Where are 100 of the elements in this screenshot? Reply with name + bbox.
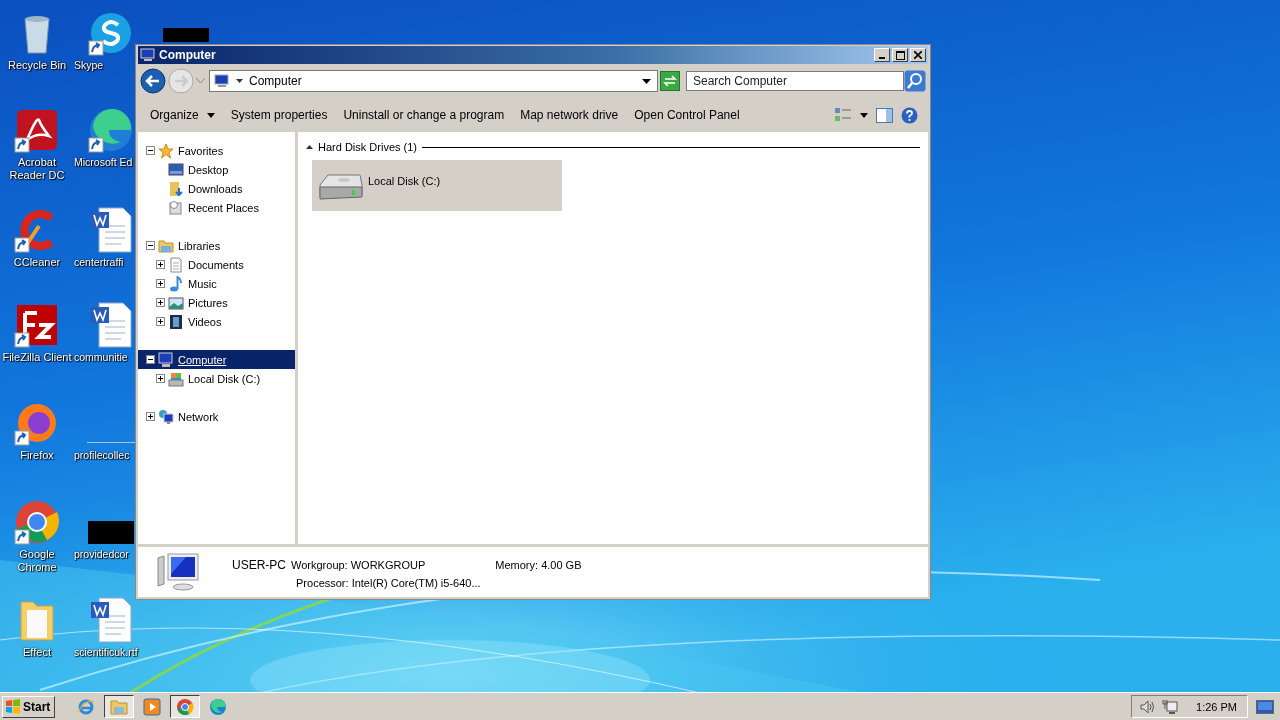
toolbar-button[interactable]: Open Control Panel	[626, 105, 748, 125]
expander-icon[interactable]	[146, 241, 155, 250]
search-field[interactable]: Search Computer	[686, 71, 904, 91]
tree-item[interactable]: Documents	[138, 255, 295, 274]
tree-label: Recent Places	[188, 201, 259, 214]
edge-icon	[209, 697, 228, 716]
refresh-button[interactable]	[660, 71, 680, 91]
chrome-icon	[176, 697, 195, 716]
computer-name: USER-PC	[232, 558, 287, 572]
tree-item[interactable]: Libraries	[138, 236, 295, 255]
clock[interactable]: 1:26 PM	[1196, 700, 1237, 713]
start-button[interactable]: Start	[2, 695, 56, 718]
toolbar-button[interactable]: Uninstall or change a program	[335, 105, 513, 125]
expander-icon[interactable]	[146, 355, 155, 364]
preview-pane-icon[interactable]	[876, 107, 893, 123]
desktop-icon-label[interactable]: profilecollec	[74, 449, 130, 462]
network-icon[interactable]	[1162, 698, 1179, 715]
toolbar-button[interactable]: Organize	[142, 105, 223, 125]
maximize-button[interactable]	[892, 48, 908, 62]
taskbar-app-button[interactable]	[170, 695, 201, 718]
toolbar-button[interactable]: System properties	[222, 105, 336, 125]
tree-label: Pictures	[188, 296, 228, 309]
expander-icon[interactable]	[156, 279, 165, 288]
folder-icon	[110, 697, 129, 716]
downloads-icon	[168, 180, 184, 197]
tree-label: Music	[188, 277, 217, 290]
tree-item[interactable]: Computer	[138, 350, 295, 369]
caret-icon[interactable]	[642, 78, 651, 84]
library-icon	[158, 237, 174, 254]
collapse-icon[interactable]	[306, 145, 313, 149]
tree-label: Desktop	[188, 163, 229, 176]
redaction-block[interactable]	[88, 520, 134, 544]
maximize-icon	[895, 50, 905, 60]
desktop-icon-label[interactable]: Acrobat Reader DC	[1, 156, 73, 182]
drive-tile[interactable]: Local Disk (C:)	[312, 160, 562, 211]
minimize-button[interactable]	[874, 48, 890, 62]
address-text: Computer	[249, 74, 302, 88]
expander-icon[interactable]	[146, 412, 155, 421]
desktop-icon-label[interactable]: Skype	[74, 59, 104, 72]
tree-label: Documents	[188, 258, 244, 271]
expander-icon[interactable]	[156, 317, 165, 326]
close-button[interactable]	[910, 48, 926, 62]
taskbar-app-button[interactable]	[104, 695, 135, 718]
desktop-icon-label[interactable]: FileZilla Client	[1, 351, 73, 364]
address-bar[interactable]: Computer	[209, 70, 658, 92]
videos-icon	[168, 313, 184, 330]
desktop-icon-label[interactable]: CCleaner	[1, 256, 73, 269]
tree-item[interactable]: Network	[138, 407, 295, 426]
star-icon	[158, 142, 174, 159]
browser-e-icon	[77, 697, 96, 716]
help-icon[interactable]	[901, 106, 918, 124]
desktop-icon[interactable]	[13, 498, 61, 546]
tree-item[interactable]: Pictures	[138, 293, 295, 312]
desktop-icon-label[interactable]: Microsoft Ed	[74, 156, 133, 169]
group-title[interactable]: Hard Disk Drives (1)	[318, 141, 417, 153]
network-icon	[158, 408, 174, 425]
toolbar-button[interactable]: Map network drive	[512, 105, 627, 125]
desktop-icon-label[interactable]: centertraffi	[74, 256, 124, 269]
desktop-icon	[168, 161, 184, 178]
caret-icon[interactable]	[236, 79, 243, 83]
expander-icon[interactable]	[156, 260, 165, 269]
expander-icon[interactable]	[156, 298, 165, 307]
back-button[interactable]	[140, 68, 166, 94]
windows-logo-icon	[5, 699, 21, 714]
tree-label: Videos	[188, 315, 222, 328]
recent-icon	[168, 199, 184, 216]
tree-item[interactable]: Downloads	[138, 179, 295, 198]
desktop-icon-label[interactable]: Recycle Bin	[1, 59, 73, 72]
speaker-icon[interactable]	[1140, 699, 1157, 714]
desktop-icon[interactable]	[87, 106, 135, 154]
desktop-icon-label[interactable]: Firefox	[1, 449, 73, 462]
tree-label: Local Disk (C:)	[188, 372, 261, 385]
computer-icon	[214, 74, 230, 88]
computer-icon	[140, 48, 156, 62]
tree-item[interactable]: Desktop	[138, 160, 295, 179]
workgroup-text: Workgroup: WORKGROUP	[291, 559, 426, 571]
close-icon	[914, 51, 922, 59]
tree-item[interactable]: Videos	[138, 312, 295, 331]
window-title: Computer	[159, 48, 216, 62]
redaction-block	[163, 28, 209, 42]
media-player-icon	[143, 697, 162, 716]
caret-icon[interactable]	[860, 112, 868, 118]
expander-icon[interactable]	[156, 374, 165, 383]
tree-label: Computer	[178, 353, 227, 366]
tree-item[interactable]: Recent Places	[138, 198, 295, 217]
tree-label: Network	[178, 410, 219, 423]
pictures-icon	[168, 294, 184, 311]
computer-icon	[156, 552, 202, 592]
tree-label: Libraries	[178, 239, 221, 252]
memory-text: Memory: 4.00 GB	[495, 559, 582, 571]
drive-label: Local Disk (C:)	[368, 174, 441, 187]
tree-item[interactable]: Favorites	[138, 141, 295, 160]
search-icon[interactable]	[904, 70, 926, 92]
desktop-icon-label[interactable]: communitie	[74, 351, 128, 364]
disk-icon	[168, 370, 184, 387]
tree-item[interactable]: Music	[138, 274, 295, 293]
caret-icon	[206, 112, 215, 118]
expander-icon[interactable]	[146, 146, 155, 155]
tree-item[interactable]: Local Disk (C:)	[138, 369, 295, 388]
show-desktop-button[interactable]	[1256, 699, 1274, 714]
